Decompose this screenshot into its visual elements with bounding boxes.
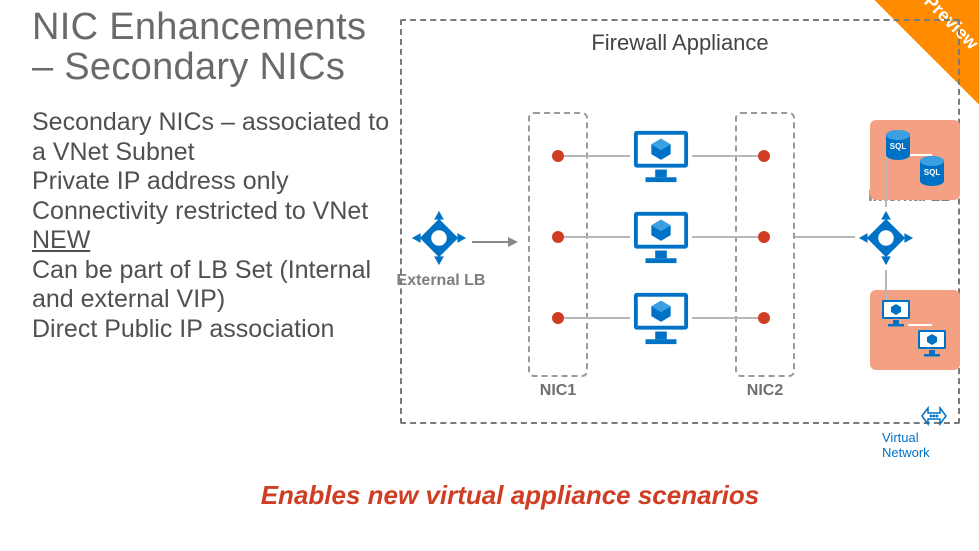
external-load-balancer-icon [408,207,470,269]
title-line-2: – Secondary NICs [32,46,345,88]
bullet-new: NEW [32,226,392,256]
external-lb-label: External LB [396,272,486,290]
nic-dot [552,150,564,162]
nic-dot [552,312,564,324]
bullet-5: Direct Public IP association [32,315,392,345]
firewall-appliance-label: Firewall Appliance [530,30,830,56]
architecture-diagram: Firewall Appliance External LB NIC1 NIC2 [400,12,955,422]
virtual-machine-icon [630,208,692,266]
nic-dot [552,231,564,243]
nic2-label: NIC2 [735,382,795,400]
bullet-2: Private IP address only [32,167,392,197]
connector-line [564,236,630,238]
external-lb-arrow [472,235,520,249]
sql-database-icon: SQL [918,156,946,186]
bullet-4: Can be part of LB Set (Internal and exte… [32,256,392,315]
svg-text:SQL: SQL [890,142,907,151]
virtual-machine-icon [880,298,912,328]
virtual-machine-icon [630,127,692,185]
connector-line [880,270,910,300]
connector-line [692,317,758,319]
connector-line [564,317,630,319]
connector-line [795,236,855,238]
virtual-network-icon [916,404,952,428]
bullet-1: Secondary NICs – associated to a VNet Su… [32,108,392,167]
virtual-network-label: Virtual Network [882,430,955,460]
title-line-1: NIC Enhancements [32,6,366,48]
nic-dot [758,312,770,324]
nic1-label: NIC1 [528,382,588,400]
connector-line [880,157,910,207]
connector-line [692,155,758,157]
internal-load-balancer-icon [855,207,917,269]
connector-line [564,155,630,157]
nic-dot [758,231,770,243]
nic-dot [758,150,770,162]
tagline: Enables new virtual appliance scenarios [100,480,920,511]
connector-line [692,236,758,238]
virtual-machine-icon [630,289,692,347]
slide-title: NIC Enhancements – Secondary NICs [32,8,366,88]
vm-backend-group [870,290,960,370]
bullet-list: Secondary NICs – associated to a VNet Su… [32,108,392,344]
svg-text:SQL: SQL [924,168,941,177]
sql-database-icon: SQL [884,130,912,160]
bullet-3: Connectivity restricted to VNet [32,197,392,227]
virtual-machine-icon [916,328,948,358]
